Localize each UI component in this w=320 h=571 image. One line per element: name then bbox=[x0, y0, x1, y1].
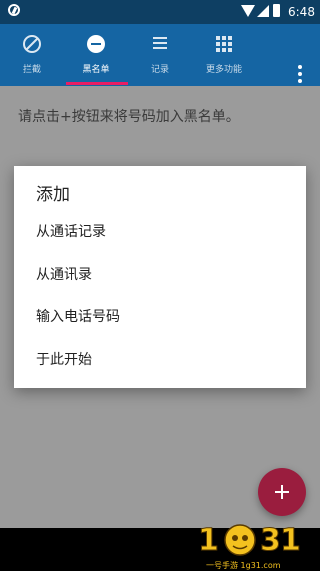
minus-circle-icon bbox=[87, 35, 105, 53]
dialog-item-starts-with[interactable]: 于此开始 bbox=[14, 339, 306, 379]
list-icon bbox=[153, 37, 167, 49]
tab-records[interactable]: 记录 bbox=[128, 24, 192, 86]
dialog-item-from-contacts[interactable]: 从通讯录 bbox=[14, 254, 306, 294]
svg-text:1: 1 bbox=[198, 523, 219, 558]
empty-hint-text: 请点击+按钮来将号码加入黑名单。 bbox=[18, 109, 240, 125]
watermark-logo: 1 3 1 一号手游 1g31.com bbox=[188, 518, 320, 571]
battery-icon bbox=[273, 4, 280, 17]
dialog-item-label: 于此开始 bbox=[36, 352, 92, 368]
watermark-graphic: 1 3 1 bbox=[198, 523, 302, 559]
dialog-item-label: 输入电话号码 bbox=[36, 309, 120, 325]
watermark-text: 一号手游 1g31.com bbox=[206, 561, 281, 570]
tab-more-features[interactable]: 更多功能 bbox=[192, 24, 256, 86]
wifi-icon bbox=[241, 5, 255, 17]
dialog-item-label: 从通讯录 bbox=[36, 267, 92, 283]
add-fab-button[interactable] bbox=[258, 468, 306, 516]
status-time: 6:48 bbox=[288, 5, 315, 19]
signal-icon bbox=[257, 5, 269, 17]
dialog-item-enter-number[interactable]: 输入电话号码 bbox=[14, 296, 306, 336]
active-tab-indicator bbox=[66, 82, 128, 85]
svg-text:3: 3 bbox=[260, 523, 281, 558]
svg-text:1: 1 bbox=[280, 523, 301, 558]
dialog-item-label: 从通话记录 bbox=[36, 224, 106, 240]
tab-block[interactable]: 拦截 bbox=[0, 24, 64, 86]
overflow-menu-icon[interactable] bbox=[290, 64, 310, 84]
tab-bar: 拦截 黑名单 记录 更多功能 bbox=[0, 24, 320, 86]
app-notification-icon bbox=[8, 4, 20, 16]
block-icon bbox=[23, 35, 41, 53]
dialog-title: 添加 bbox=[36, 185, 70, 205]
tab-label: 更多功能 bbox=[205, 65, 242, 75]
tab-label: 黑名单 bbox=[82, 65, 110, 75]
grid-icon bbox=[216, 36, 232, 52]
tab-label: 记录 bbox=[150, 65, 169, 75]
status-bar: 6:48 bbox=[0, 0, 320, 24]
tab-blacklist[interactable]: 黑名单 bbox=[64, 24, 128, 86]
dialog-item-from-call-log[interactable]: 从通话记录 bbox=[14, 211, 306, 251]
add-dialog: 添加 从通话记录 从通讯录 输入电话号码 于此开始 bbox=[14, 166, 306, 388]
tab-label: 拦截 bbox=[22, 65, 41, 75]
